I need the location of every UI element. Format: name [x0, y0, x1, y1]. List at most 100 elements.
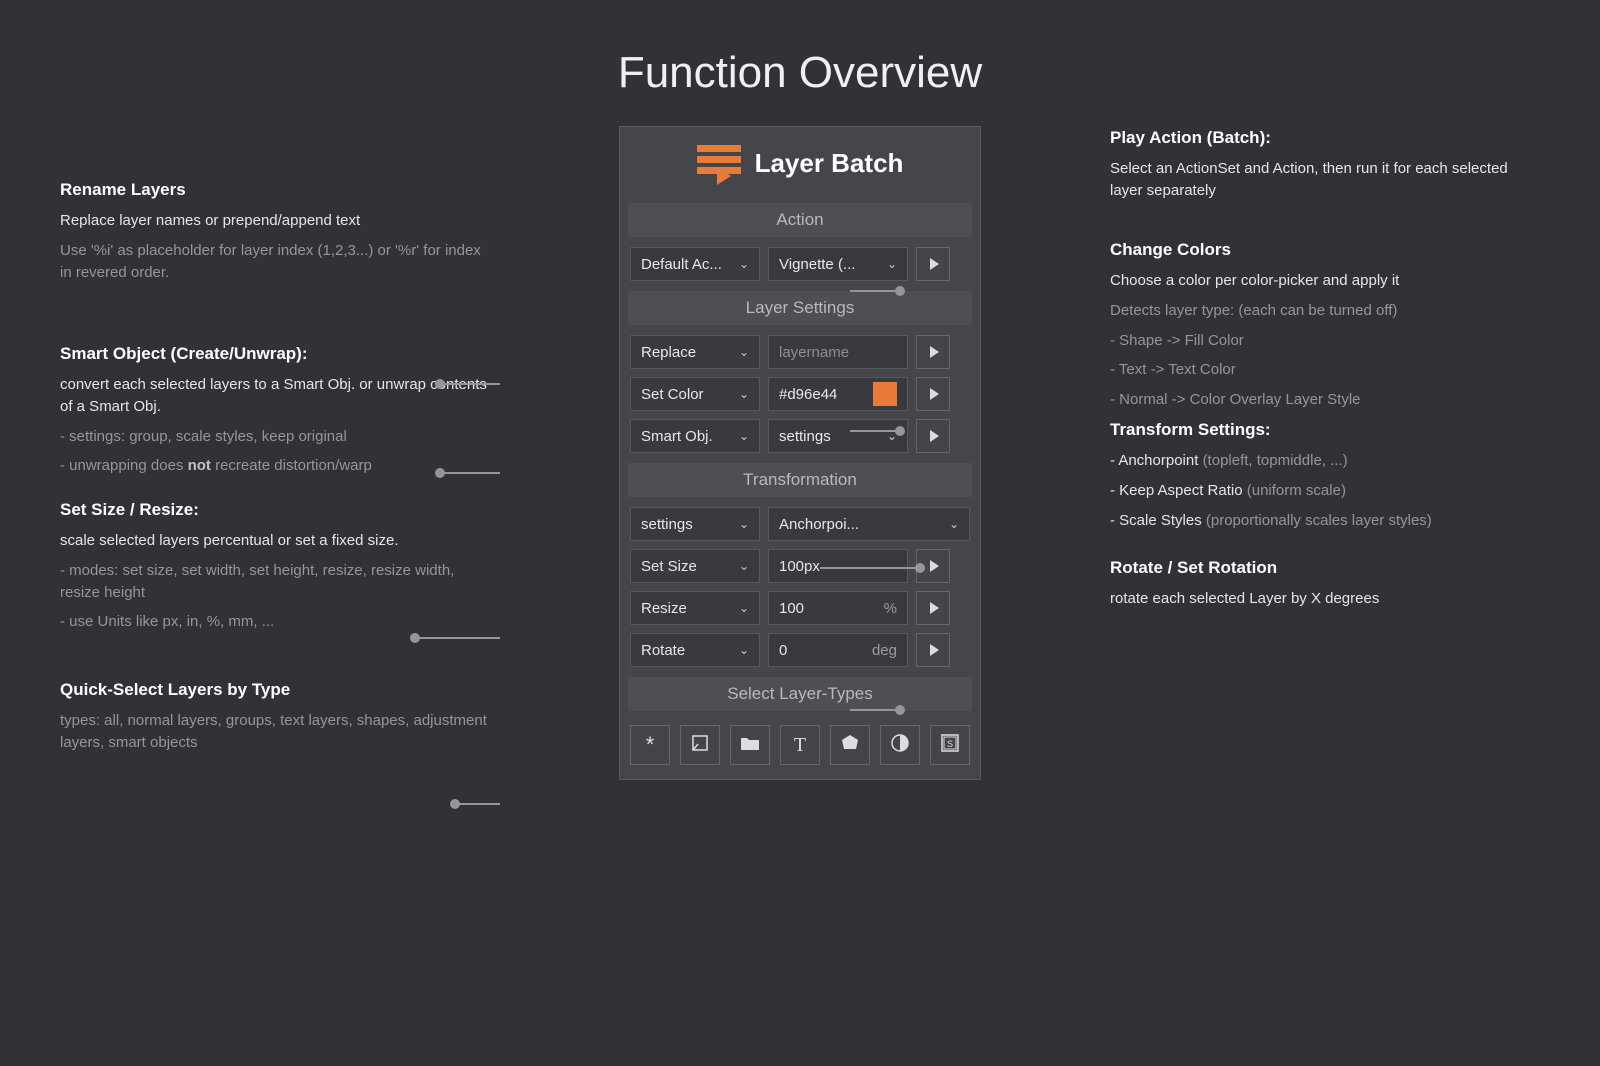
type-text-button[interactable]: T [780, 725, 820, 765]
setsize-mode-dropdown[interactable]: Set Size ⌄ [630, 549, 760, 583]
play-icon [930, 644, 939, 656]
connector-line [820, 567, 920, 569]
section-action: Action [628, 203, 972, 237]
callout-hint: Detects layer type: (each can be turned … [1110, 300, 1399, 322]
callout-hint: - Shape -> Fill Color [1110, 330, 1399, 352]
callout-hint: - Text -> Text Color [1110, 359, 1399, 381]
callout-title: Play Action (Batch): [1110, 128, 1540, 148]
type-shape-button[interactable] [830, 725, 870, 765]
chevron-down-icon: ⌄ [739, 387, 749, 401]
play-icon [930, 602, 939, 614]
actionset-value: Default Ac... [641, 256, 722, 273]
anchorpoint-dropdown[interactable]: Anchorpoi... ⌄ [768, 507, 970, 541]
play-action-button[interactable] [916, 247, 950, 281]
callout-title: Quick-Select Layers by Type [60, 680, 490, 700]
callout-hint: - Normal -> Color Overlay Layer Style [1110, 389, 1399, 411]
connector-line [440, 383, 500, 385]
chevron-down-icon: ⌄ [739, 601, 749, 615]
callout-rename: Rename Layers Replace layer names or pre… [60, 180, 490, 291]
smart-mode-value: Smart Obj. [641, 428, 713, 445]
play-icon [930, 430, 939, 442]
callout-quickselect: Quick-Select Layers by Type types: all, … [60, 680, 490, 762]
panel-title: Layer Batch [755, 148, 904, 179]
chevron-down-icon: ⌄ [739, 517, 749, 531]
svg-text:S: S [947, 739, 953, 749]
layer-batch-logo-icon [697, 145, 741, 181]
callout-title: Transform Settings: [1110, 420, 1432, 440]
type-group-button[interactable] [730, 725, 770, 765]
transform-settings-value: settings [641, 516, 693, 533]
rotate-run-button[interactable] [916, 633, 950, 667]
adjustment-icon [890, 733, 910, 758]
color-value: #d96e44 [779, 386, 837, 403]
callout-rotate: Rotate / Set Rotation rotate each select… [1110, 558, 1379, 618]
rotate-mode-dropdown[interactable]: Rotate ⌄ [630, 633, 760, 667]
resize-run-button[interactable] [916, 591, 950, 625]
chevron-down-icon: ⌄ [739, 257, 749, 271]
callout-desc: Choose a color per color-picker and appl… [1110, 270, 1399, 292]
smart-opts-dropdown[interactable]: settings ⌄ [768, 419, 908, 453]
callout-hint: - use Units like px, in, %, mm, ... [60, 611, 490, 633]
connector-line [850, 430, 900, 432]
section-transformation: Transformation [628, 463, 972, 497]
play-icon [930, 560, 939, 572]
type-normal-button[interactable] [680, 725, 720, 765]
connector-line [440, 472, 500, 474]
smart-run-button[interactable] [916, 419, 950, 453]
setsize-input[interactable]: 100px [768, 549, 908, 583]
rename-input[interactable]: layername [768, 335, 908, 369]
resize-value: 100 [779, 600, 804, 617]
color-mode-value: Set Color [641, 386, 704, 403]
rotate-input[interactable]: 0 deg [768, 633, 908, 667]
color-input[interactable]: #d96e44 [768, 377, 908, 411]
callout-transform: Transform Settings: - Anchorpoint (tople… [1110, 420, 1432, 539]
callout-line: - Scale Styles (proportionally scales la… [1110, 510, 1432, 532]
setsize-value: 100px [779, 558, 820, 575]
transform-settings-dropdown[interactable]: settings ⌄ [630, 507, 760, 541]
rotate-suffix: deg [872, 642, 897, 659]
callout-hint: - settings: group, scale styles, keep or… [60, 426, 490, 448]
connector-line [415, 637, 500, 639]
chevron-down-icon: ⌄ [739, 345, 749, 359]
section-select-types: Select Layer-Types [628, 677, 972, 711]
rotate-mode-value: Rotate [641, 642, 685, 659]
callout-title: Smart Object (Create/Unwrap): [60, 344, 490, 364]
color-run-button[interactable] [916, 377, 950, 411]
callout-desc: scale selected layers percentual or set … [60, 530, 490, 552]
callout-desc: convert each selected layers to a Smart … [60, 374, 490, 418]
text-icon: T [794, 734, 806, 757]
layer-icon [690, 733, 710, 758]
callout-colors: Change Colors Choose a color per color-p… [1110, 240, 1399, 419]
rotate-value: 0 [779, 642, 787, 659]
callout-hint: - unwrapping does not recreate distortio… [60, 455, 490, 477]
rename-mode-dropdown[interactable]: Replace ⌄ [630, 335, 760, 369]
layer-batch-panel: Layer Batch Action Default Ac... ⌄ Vigne… [619, 126, 981, 780]
actionset-dropdown[interactable]: Default Ac... ⌄ [630, 247, 760, 281]
chevron-down-icon: ⌄ [739, 429, 749, 443]
type-smart-button[interactable]: S [930, 725, 970, 765]
resize-suffix: % [884, 600, 897, 617]
callout-line: - Keep Aspect Ratio (uniform scale) [1110, 480, 1432, 502]
action-dropdown[interactable]: Vignette (... ⌄ [768, 247, 908, 281]
callout-desc: Select an ActionSet and Action, then run… [1110, 158, 1540, 202]
asterisk-icon: * [646, 732, 655, 758]
section-layer-settings: Layer Settings [628, 291, 972, 325]
rename-placeholder: layername [779, 344, 849, 361]
rename-mode-value: Replace [641, 344, 696, 361]
smart-mode-dropdown[interactable]: Smart Obj. ⌄ [630, 419, 760, 453]
connector-line [850, 290, 900, 292]
smart-object-icon: S [940, 733, 960, 758]
panel-header: Layer Batch [620, 127, 980, 197]
page-title: Function Overview [0, 0, 1600, 126]
resize-input[interactable]: 100 % [768, 591, 908, 625]
color-swatch[interactable] [873, 382, 897, 406]
callout-desc: rotate each selected Layer by X degrees [1110, 588, 1379, 610]
type-all-button[interactable]: * [630, 725, 670, 765]
callout-hint: types: all, normal layers, groups, text … [60, 710, 490, 754]
resize-mode-dropdown[interactable]: Resize ⌄ [630, 591, 760, 625]
chevron-down-icon: ⌄ [949, 517, 959, 531]
callout-hint: - modes: set size, set width, set height… [60, 560, 490, 604]
color-mode-dropdown[interactable]: Set Color ⌄ [630, 377, 760, 411]
rename-run-button[interactable] [916, 335, 950, 369]
type-adjustment-button[interactable] [880, 725, 920, 765]
